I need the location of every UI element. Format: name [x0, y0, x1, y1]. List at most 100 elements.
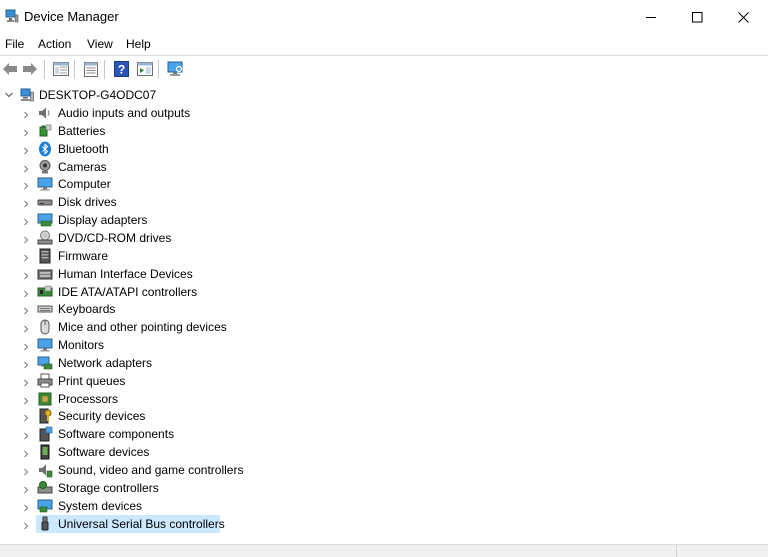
chevron-right-icon[interactable] — [22, 322, 30, 333]
menu-file[interactable]: File — [5, 37, 24, 51]
chevron-right-icon[interactable] — [22, 394, 30, 404]
tree-item[interactable]: Software devices — [0, 443, 760, 461]
toolbar: ? — [0, 55, 768, 84]
webcam-icon — [37, 159, 53, 175]
tree-item-label: Display adapters — [58, 213, 148, 228]
help-icon[interactable]: ? — [111, 59, 131, 79]
tree-item[interactable]: Human Interface Devices — [0, 265, 760, 283]
tree-item[interactable]: DVD/CD-ROM drives — [0, 229, 760, 247]
storage-controller-icon — [37, 480, 53, 496]
tree-item[interactable]: Keyboards — [0, 300, 760, 318]
tree-item-label: Cameras — [58, 159, 107, 174]
chevron-right-icon[interactable] — [22, 108, 30, 119]
tree-item[interactable]: Batteries — [0, 122, 760, 140]
tree-item[interactable]: Mice and other pointing devices — [0, 318, 760, 336]
tree-item[interactable]: Computer — [0, 175, 760, 193]
chevron-right-icon[interactable] — [22, 144, 30, 155]
action-pane-icon[interactable] — [135, 59, 155, 79]
close-button[interactable] — [720, 0, 766, 34]
tree-item-label: IDE ATA/ATAPI controllers — [58, 284, 198, 299]
chevron-right-icon[interactable] — [22, 501, 30, 512]
scan-hardware-icon[interactable] — [165, 59, 185, 79]
system-device-icon — [37, 498, 53, 514]
menu-view[interactable]: View — [87, 37, 113, 51]
minimize-button[interactable] — [628, 0, 674, 34]
tree-item-label: Network adapters — [58, 355, 153, 370]
chevron-right-icon[interactable] — [22, 233, 30, 244]
tree-item-label: Processors — [58, 391, 119, 406]
tree-item[interactable]: IDE ATA/ATAPI controllers — [0, 283, 760, 301]
chevron-right-icon[interactable] — [22, 251, 30, 262]
show-hide-console-tree-icon[interactable] — [51, 59, 71, 79]
hid-icon — [37, 266, 53, 282]
tree-item[interactable]: Security devices — [0, 407, 760, 425]
chevron-right-icon[interactable] — [22, 215, 30, 226]
chevron-right-icon[interactable] — [22, 340, 30, 351]
tree-item[interactable]: Display adapters — [0, 211, 760, 229]
chevron-right-icon[interactable] — [22, 287, 30, 297]
tree-item[interactable]: Network adapters — [0, 354, 760, 372]
tree-item[interactable]: Processors — [0, 390, 760, 408]
status-bar-divider — [676, 545, 677, 557]
chevron-right-icon[interactable] — [22, 269, 30, 279]
chevron-right-icon[interactable] — [22, 197, 30, 208]
tree-item-label: Software devices — [58, 445, 150, 460]
chevron-right-icon[interactable] — [22, 304, 30, 315]
monitor-icon — [37, 176, 53, 192]
toolbar-separator — [104, 60, 105, 79]
chevron-right-icon[interactable] — [22, 429, 30, 440]
tree-item[interactable]: Disk drives — [0, 193, 760, 211]
chevron-right-icon[interactable] — [22, 358, 30, 369]
disk-drive-icon — [37, 194, 53, 210]
tree-item[interactable]: Sound, video and game controllers — [0, 461, 760, 479]
tree-item[interactable]: System devices — [0, 497, 760, 515]
tree-root-computer[interactable]: DESKTOP-G4ODC07 — [0, 86, 760, 104]
tree-root-label: DESKTOP-G4ODC07 — [39, 88, 157, 102]
firmware-icon — [37, 248, 53, 264]
tree-item-label: Monitors — [58, 338, 105, 353]
tree-item[interactable]: Print queues — [0, 372, 760, 390]
chevron-right-icon[interactable] — [22, 483, 30, 494]
chevron-right-icon[interactable] — [22, 376, 30, 387]
device-manager-app-icon — [5, 9, 19, 23]
security-device-icon — [37, 408, 53, 424]
tree-item[interactable]: Bluetooth — [0, 140, 760, 158]
chevron-right-icon[interactable] — [22, 162, 30, 172]
tree-item[interactable]: Cameras — [0, 158, 760, 176]
tree-item[interactable]: Software components — [0, 425, 760, 443]
tree-item-label: Audio inputs and outputs — [58, 106, 191, 120]
tree-item[interactable]: Universal Serial Bus controllers — [0, 514, 760, 533]
properties-icon[interactable] — [81, 59, 101, 79]
chevron-down-icon[interactable] — [4, 89, 14, 99]
ide-controller-icon — [37, 284, 53, 300]
chevron-right-icon[interactable] — [22, 126, 30, 137]
chevron-right-icon[interactable] — [22, 465, 30, 476]
chevron-right-icon[interactable] — [22, 179, 30, 190]
toolbar-separator — [74, 60, 75, 79]
dvd-drive-icon — [37, 230, 53, 246]
monitor-icon — [37, 337, 53, 353]
mouse-icon — [37, 319, 53, 335]
tree-item-label: Security devices — [58, 409, 146, 424]
device-manager-window: Device Manager File Action View Help ? D… — [0, 0, 768, 557]
chevron-right-icon[interactable] — [22, 447, 30, 458]
chevron-right-icon[interactable] — [22, 519, 30, 529]
chevron-right-icon[interactable] — [22, 411, 30, 422]
title-bar[interactable]: Device Manager — [0, 0, 768, 34]
tree-item-label: Sound, video and game controllers — [58, 463, 244, 477]
tree-item[interactable]: Audio inputs and outputs — [0, 104, 760, 122]
tree-item-label: Keyboards — [58, 302, 116, 317]
svg-text:?: ? — [117, 63, 124, 77]
forward-arrow-icon[interactable] — [20, 59, 40, 79]
back-arrow-icon[interactable] — [0, 59, 20, 79]
tree-item[interactable]: Storage controllers — [0, 479, 760, 497]
tree-item[interactable]: Monitors — [0, 336, 760, 354]
menu-help[interactable]: Help — [126, 37, 151, 51]
usb-icon — [37, 516, 53, 532]
processor-icon — [37, 391, 53, 407]
tree-item[interactable]: Firmware — [0, 247, 760, 265]
tree-item-label: Firmware — [58, 248, 108, 263]
tree-item-label: Mice and other pointing devices — [58, 320, 227, 335]
maximize-button[interactable] — [674, 0, 720, 34]
menu-action[interactable]: Action — [38, 37, 71, 51]
